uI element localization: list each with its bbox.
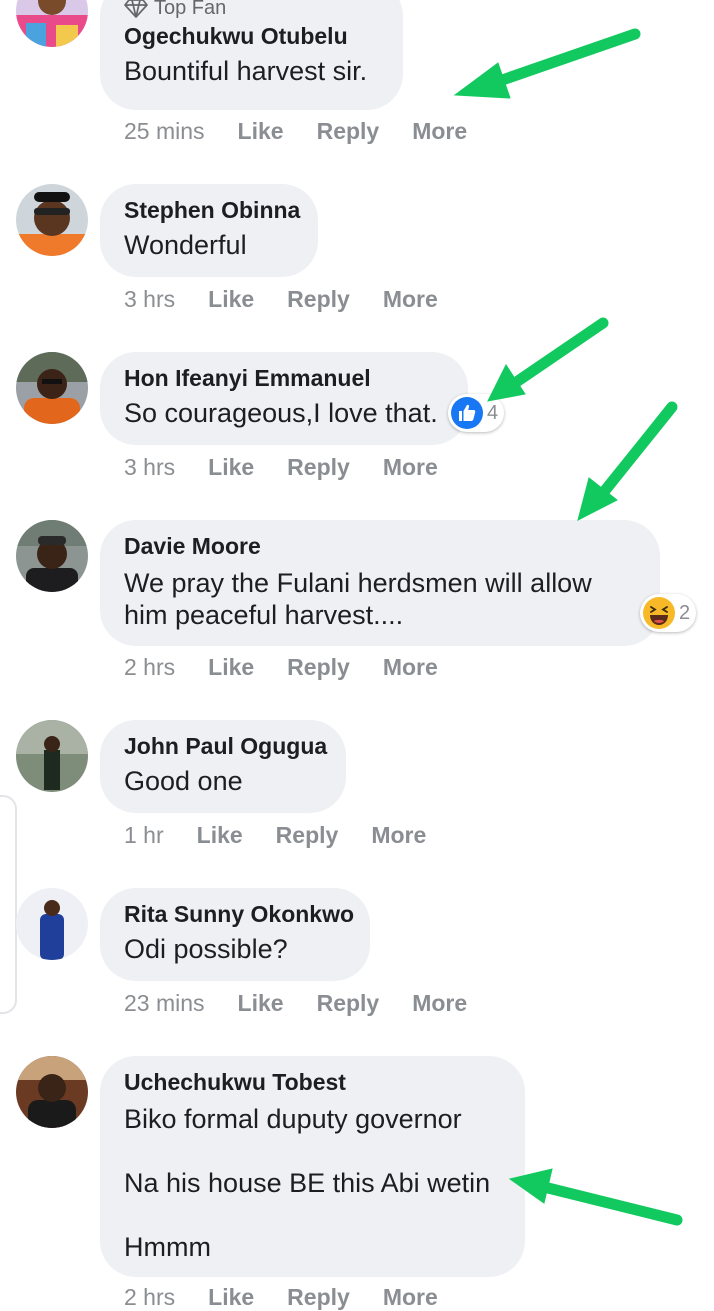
timestamp[interactable]: 23 mins xyxy=(124,990,205,1017)
comment-text-line: We pray the Fulani herdsmen will allow xyxy=(124,568,592,598)
timestamp[interactable]: 3 hrs xyxy=(124,454,175,481)
timestamp[interactable]: 1 hr xyxy=(124,822,164,849)
avatar-photo xyxy=(16,0,88,47)
more-button[interactable]: More xyxy=(412,990,467,1017)
timestamp[interactable]: 25 mins xyxy=(124,118,205,145)
comment-actions: 23 mins Like Reply More xyxy=(124,990,500,1017)
more-button[interactable]: More xyxy=(383,454,438,481)
like-reaction-icon xyxy=(451,397,483,429)
comment-actions: 2 hrs Like Reply More xyxy=(124,1284,471,1311)
more-button[interactable]: More xyxy=(371,822,426,849)
avatar-photo xyxy=(16,720,88,792)
like-button[interactable]: Like xyxy=(208,454,254,481)
reaction-count: 4 xyxy=(487,401,499,424)
reply-button[interactable]: Reply xyxy=(317,118,380,145)
partial-side-panel xyxy=(0,795,17,1014)
author-name[interactable]: Davie Moore xyxy=(124,531,636,561)
badge-label: Top Fan xyxy=(154,0,227,19)
comment-text: So courageous,I love that. xyxy=(124,398,438,428)
reply-button[interactable]: Reply xyxy=(287,1284,350,1311)
arrow-line xyxy=(597,401,678,499)
comment-text-line: him peaceful harvest.... xyxy=(124,600,404,630)
haha-reaction-icon xyxy=(643,597,675,629)
reply-button[interactable]: Reply xyxy=(317,990,380,1017)
arrow-line xyxy=(506,317,609,391)
reply-button[interactable]: Reply xyxy=(287,286,350,313)
avatar-photo xyxy=(16,1056,88,1128)
comment-bubble: John Paul Ogugua Good one xyxy=(100,720,346,813)
avatar-photo xyxy=(16,352,88,424)
comment-text: Odi possible? xyxy=(124,934,288,964)
author-name[interactable]: Ogechukwu Otubelu xyxy=(124,21,379,51)
reply-button[interactable]: Reply xyxy=(287,654,350,681)
reply-button[interactable]: Reply xyxy=(287,454,350,481)
timestamp[interactable]: 3 hrs xyxy=(124,286,175,313)
comment-actions: 3 hrs Like Reply More xyxy=(124,454,471,481)
more-button[interactable]: More xyxy=(412,118,467,145)
avatar[interactable] xyxy=(16,520,88,592)
author-name[interactable]: John Paul Ogugua xyxy=(124,731,327,761)
reply-button[interactable]: Reply xyxy=(276,822,339,849)
avatar[interactable] xyxy=(16,1056,88,1128)
reaction-summary[interactable]: 2 xyxy=(640,594,697,632)
comment-bubble: Hon Ifeanyi Emmanuel So courageous,I lov… xyxy=(100,352,468,445)
comment-bubble: Davie Moore We pray the Fulani herdsmen … xyxy=(100,520,660,646)
timestamp[interactable]: 2 hrs xyxy=(124,1284,175,1311)
avatar-photo xyxy=(16,520,88,592)
comment-actions: 2 hrs Like Reply More xyxy=(124,654,471,681)
like-button[interactable]: Like xyxy=(238,118,284,145)
author-name[interactable]: Uchechukwu Tobest xyxy=(124,1067,501,1097)
avatar[interactable] xyxy=(16,352,88,424)
comment-actions: 25 mins Like Reply More xyxy=(124,118,500,145)
comment-text: Wonderful xyxy=(124,230,247,260)
top-fan-badge: Top Fan xyxy=(124,0,379,19)
avatar[interactable] xyxy=(16,0,88,47)
avatar[interactable] xyxy=(16,888,88,960)
more-button[interactable]: More xyxy=(383,286,438,313)
arrow-line xyxy=(534,1180,683,1226)
comment-actions: 3 hrs Like Reply More xyxy=(124,286,471,313)
avatar[interactable] xyxy=(16,720,88,792)
like-button[interactable]: Like xyxy=(208,286,254,313)
like-button[interactable]: Like xyxy=(238,990,284,1017)
author-name[interactable]: Stephen Obinna xyxy=(124,195,300,225)
comment-text: Bountiful harvest sir. xyxy=(124,56,368,86)
author-name[interactable]: Hon Ifeanyi Emmanuel xyxy=(124,363,444,393)
comment-bubble: Stephen Obinna Wonderful xyxy=(100,184,318,277)
reaction-summary[interactable]: 4 xyxy=(448,394,505,432)
diamond-icon xyxy=(124,0,148,18)
like-button[interactable]: Like xyxy=(197,822,243,849)
comment-text-line: Biko formal duputy governor xyxy=(124,1104,462,1134)
arrow-head xyxy=(577,477,618,521)
arrow-head xyxy=(453,62,511,99)
comment-text: Good one xyxy=(124,766,243,796)
comment-text-line: Na his house BE this Abi wetin xyxy=(124,1168,491,1198)
reaction-count: 2 xyxy=(679,601,691,624)
author-name[interactable]: Rita Sunny Okonkwo xyxy=(124,899,354,929)
avatar[interactable] xyxy=(16,184,88,256)
comment-bubble: Uchechukwu Tobest Biko formal duputy gov… xyxy=(100,1056,525,1277)
comment-text-line: Hmmm xyxy=(124,1232,211,1262)
avatar-photo xyxy=(16,888,88,960)
avatar-photo xyxy=(16,184,88,256)
comment-bubble: Rita Sunny Okonkwo Odi possible? xyxy=(100,888,370,981)
comment-bubble: Top Fan Ogechukwu Otubelu Bountiful harv… xyxy=(100,0,403,110)
like-button[interactable]: Like xyxy=(208,1284,254,1311)
timestamp[interactable]: 2 hrs xyxy=(124,654,175,681)
like-button[interactable]: Like xyxy=(208,654,254,681)
more-button[interactable]: More xyxy=(383,654,438,681)
more-button[interactable]: More xyxy=(383,1284,438,1311)
arrow-line xyxy=(476,28,641,93)
comment-actions: 1 hr Like Reply More xyxy=(124,822,459,849)
